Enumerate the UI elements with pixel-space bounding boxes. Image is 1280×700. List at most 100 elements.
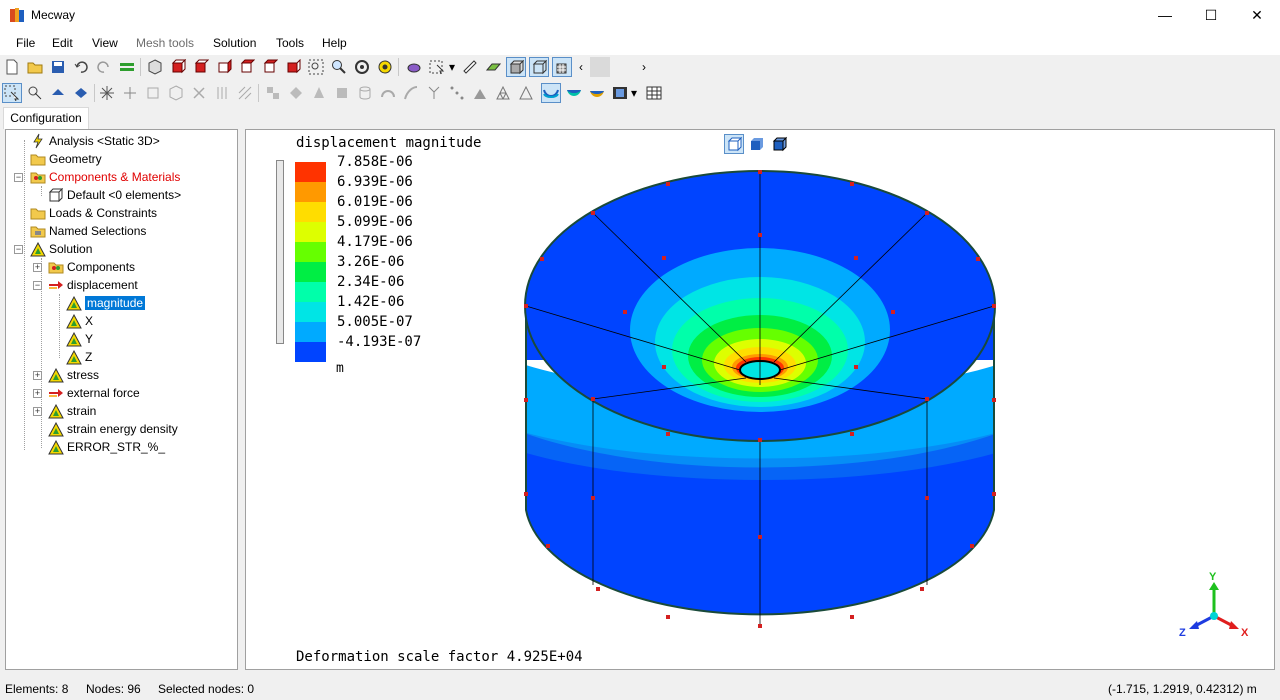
collapse-toggle[interactable]: − (33, 281, 42, 290)
collapse-toggle[interactable]: − (14, 173, 23, 182)
select-edges-icon[interactable] (71, 83, 91, 103)
collapse-toggle[interactable]: − (14, 245, 23, 254)
tree-item-strain-energy-density[interactable]: strain energy density (48, 420, 178, 438)
tree-item-strain[interactable]: strain (48, 402, 96, 420)
y-arrowhead (1209, 582, 1219, 590)
minimize-button[interactable]: — (1142, 0, 1188, 31)
zoom-fit-icon[interactable] (375, 57, 395, 77)
hatch-icon[interactable] (235, 83, 255, 103)
table-icon[interactable] (644, 83, 664, 103)
tree-item-z[interactable]: Z (66, 348, 92, 366)
fill-icon[interactable] (470, 83, 490, 103)
zoom-icon[interactable] (329, 57, 349, 77)
animate-icon[interactable] (587, 83, 607, 103)
scatter-icon[interactable] (447, 83, 467, 103)
redo-icon[interactable] (94, 57, 114, 77)
tree-item-x[interactable]: X (66, 312, 93, 330)
close-button[interactable]: ✕ (1234, 0, 1280, 31)
view-top-icon[interactable] (260, 57, 280, 77)
merge-nodes-icon[interactable] (263, 83, 283, 103)
tree-item-analysis[interactable]: Analysis <Static 3D> (30, 132, 160, 150)
tree-item-y[interactable]: Y (66, 330, 93, 348)
tree-item-external-force[interactable]: external force (48, 384, 140, 402)
cylinder-icon[interactable] (355, 83, 375, 103)
tree-item-loads[interactable]: Loads & Constraints (30, 204, 157, 222)
view-isometric-icon[interactable] (145, 57, 165, 77)
square-icon[interactable] (143, 83, 163, 103)
delete-icon[interactable] (189, 83, 209, 103)
toolbar-scroll-thumb[interactable] (590, 57, 610, 77)
revolve-icon[interactable] (309, 83, 329, 103)
maximize-button[interactable]: ☐ (1188, 0, 1234, 31)
solid-render-icon[interactable] (506, 57, 526, 77)
surface-icon[interactable] (483, 57, 503, 77)
expand-toggle[interactable]: + (33, 263, 42, 272)
deformed-shape-icon[interactable] (541, 83, 561, 103)
select-faces-icon[interactable] (48, 83, 68, 103)
expand-toggle[interactable]: + (33, 371, 42, 380)
layers-icon[interactable] (117, 57, 137, 77)
tree-item-solution[interactable]: Solution (30, 240, 92, 258)
mesh-display-icon[interactable] (404, 57, 424, 77)
z-axis-label: Z (1179, 627, 1186, 639)
split-icon[interactable] (120, 83, 140, 103)
save-icon[interactable] (48, 57, 68, 77)
wireframe-icon[interactable] (529, 57, 549, 77)
dropdown-arrow-icon[interactable]: ▾ (629, 83, 639, 103)
y-axis-label: Y (1209, 571, 1217, 583)
menu-tools[interactable]: Tools (276, 36, 304, 50)
tree-item-stress[interactable]: stress (48, 366, 99, 384)
fe-model[interactable] (246, 130, 1274, 669)
film-icon[interactable] (610, 83, 630, 103)
tree-item-components-materials[interactable]: Components & Materials (30, 168, 180, 186)
tree-item-geometry[interactable]: Geometry (30, 150, 102, 168)
tab-configuration[interactable]: Configuration (3, 107, 89, 129)
tree-item-components[interactable]: Components (48, 258, 135, 276)
view-back-icon[interactable] (191, 57, 211, 77)
undo-icon[interactable] (71, 57, 91, 77)
tree-item-displacement[interactable]: displacement (48, 276, 138, 294)
menu-solution[interactable]: Solution (213, 36, 256, 50)
menu-help[interactable]: Help (322, 36, 347, 50)
tree-item-default[interactable]: Default <0 elements> (48, 186, 181, 204)
select-mode-icon[interactable] (427, 57, 447, 77)
contour-icon[interactable] (564, 83, 584, 103)
extrude-icon[interactable] (332, 83, 352, 103)
refine-icon[interactable] (286, 83, 306, 103)
arc-icon[interactable] (378, 83, 398, 103)
new-file-icon[interactable] (2, 57, 22, 77)
sweep-icon[interactable] (401, 83, 421, 103)
mirror-icon[interactable] (212, 83, 232, 103)
cube-outline-icon[interactable] (166, 83, 186, 103)
view-right-icon[interactable] (237, 57, 257, 77)
menu-edit[interactable]: Edit (52, 36, 73, 50)
tree-item-label: magnitude (85, 296, 146, 310)
scroll-right-icon[interactable]: › (638, 57, 650, 77)
graphics-viewport[interactable]: displacement magnitude 7.858E-06 6.939E-0… (245, 129, 1275, 670)
zoom-window-icon[interactable] (306, 57, 326, 77)
tree-item-magnitude[interactable]: magnitude (66, 294, 146, 312)
triangle-mesh-icon[interactable] (493, 83, 513, 103)
edit-node-icon[interactable] (460, 57, 480, 77)
view-left-icon[interactable] (214, 57, 234, 77)
tree-item-named-selections[interactable]: Named Selections (30, 222, 146, 240)
status-bar: Elements: 8 Nodes: 96 Selected nodes: 0 … (0, 677, 1280, 700)
menu-mesh-tools[interactable]: Mesh tools (136, 36, 194, 50)
open-folder-icon[interactable] (25, 57, 45, 77)
view-bottom-icon[interactable] (283, 57, 303, 77)
view-front-icon[interactable] (168, 57, 188, 77)
expand-toggle[interactable]: + (33, 407, 42, 416)
explode-icon[interactable] (97, 83, 117, 103)
mesh-lines-icon[interactable] (552, 57, 572, 77)
menu-view[interactable]: View (92, 36, 118, 50)
select-elements-icon[interactable] (2, 83, 22, 103)
triangle-icon[interactable] (516, 83, 536, 103)
menu-file[interactable]: File (16, 36, 35, 50)
scroll-left-icon[interactable]: ‹ (575, 57, 587, 77)
select-nodes-icon[interactable] (25, 83, 45, 103)
branch-icon[interactable] (424, 83, 444, 103)
rotate-view-icon[interactable] (352, 57, 372, 77)
expand-toggle[interactable]: + (33, 389, 42, 398)
tree-item-error-str[interactable]: ERROR_STR_%_ (48, 438, 165, 456)
dropdown-arrow-icon[interactable]: ▾ (447, 57, 457, 77)
